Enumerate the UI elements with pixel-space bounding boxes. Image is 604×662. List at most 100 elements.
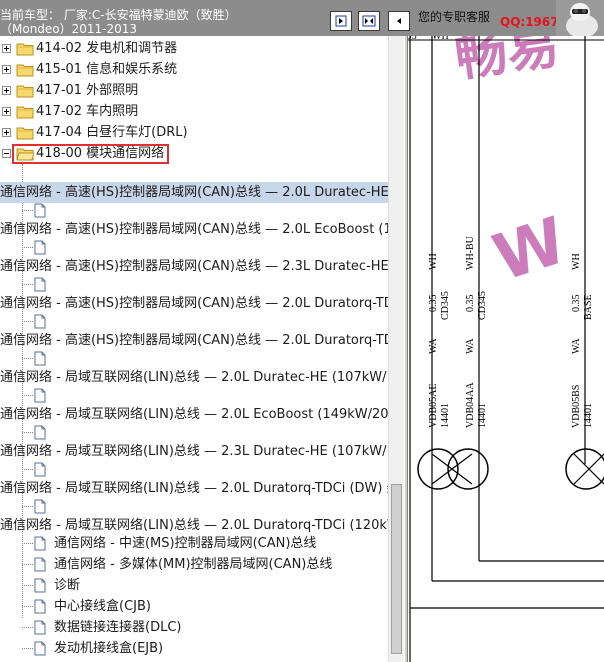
tree-guide-line (22, 606, 33, 607)
tree-doc-label: 通信网络 - 局域互联网络(LIN)总线 — 2.0L Duratorq-TDC… (0, 518, 388, 533)
tree-folder-label: 417-02 车内照明 (36, 104, 139, 119)
wire-gauge-2: 0.35 (465, 295, 476, 313)
qq-contact[interactable]: QQ:1967 (500, 15, 559, 29)
tree-leaf-ejb[interactable]: 发动机接线盒(EJB) (0, 638, 388, 660)
collapse-minus-icon[interactable] (2, 149, 11, 158)
wire-gauge-3: 0.35 (571, 295, 582, 313)
tree-guide-line (22, 585, 33, 586)
document-icon (34, 557, 46, 572)
tree-leaf-label: 诊断 (54, 578, 81, 593)
tree-folder-label: 417-04 白昼行车灯(DRL) (36, 125, 188, 140)
expand-plus-icon[interactable] (2, 65, 11, 74)
tree-guide-line (22, 321, 33, 322)
document-icon (34, 314, 46, 329)
current-vehicle-label: 当前车型： 厂家:C-长安福特蒙迪欧（致胜） (0, 8, 237, 22)
document-icon (34, 499, 46, 514)
wire-type-1: WA (428, 338, 439, 354)
tree-leaf-label: 发动机接线盒(EJB) (54, 641, 164, 656)
tree-doc-label: 通信网络 - 高速(HS)控制器局域网(CAN)总线 — 2.3L Durate… (0, 259, 388, 274)
wire-color-2: WH-BU (465, 235, 476, 270)
tree-guide-line (22, 469, 33, 470)
tree-leaf-label: 数据链接连接器(DLC) (54, 620, 182, 635)
tree-folder-label: 415-01 信息和娱乐系统 (36, 62, 178, 77)
tree-leaf-ms-can[interactable]: 通信网络 - 中速(MS)控制器局域网(CAN)总线 (0, 533, 388, 555)
tree-scrollbar[interactable] (388, 36, 404, 662)
tree-doc-label: 通信网络 - 高速(HS)控制器局域网(CAN)总线 — 2.0L Durato… (0, 333, 388, 348)
tree-folder-417-02[interactable]: 417-02 车内照明 (0, 101, 388, 123)
connector-id-2: VDB04AA (465, 382, 476, 428)
tree-folder-417-04[interactable]: 417-04 白昼行车灯(DRL) (0, 122, 388, 144)
folder-icon (16, 85, 34, 98)
wire-type-2: WA (465, 338, 476, 354)
nav-right-button[interactable] (330, 11, 352, 31)
tree-leaf-label: 中心接线盒(CJB) (54, 599, 151, 614)
tree-leaf-diagnostics[interactable]: 诊断 (0, 575, 388, 597)
tree-doc-label: 通信网络 - 局域互联网络(LIN)总线 — 2.0L Duratorq-TDC… (0, 481, 388, 496)
support-label: 您的专职客服 (418, 10, 491, 24)
wire-code-3: BASE (583, 294, 594, 320)
tree-doc-label: 通信网络 - 高速(HS)控制器局域网(CAN)总线 — 2.0L EcoBoo… (0, 222, 388, 237)
tree-leaf-dlc[interactable]: 数据链接连接器(DLC) (0, 617, 388, 639)
expand-both-icon (362, 15, 376, 27)
tree-doc-label: 通信网络 - 局域互联网络(LIN)总线 — 2.3L Duratec-HE (… (0, 444, 388, 459)
top-label-b5: B5 (408, 36, 417, 42)
tree-folder-label: 418-00 模块通信网络 (36, 146, 165, 161)
header-bar: 当前车型： 厂家:C-长安福特蒙迪欧（致胜） （Mondeo）2011-2013… (0, 0, 604, 36)
tree-folder-414-02[interactable]: 414-02 发电机和调节器 (0, 38, 388, 60)
part-no-1: 14401 (440, 403, 451, 428)
tree-folder-417-01[interactable]: 417-01 外部照明 (0, 80, 388, 102)
scroll-thumb[interactable] (391, 484, 402, 654)
tree-doc-label: 通信网络 - 高速(HS)控制器局域网(CAN)总线 — 2.0L Durato… (0, 296, 388, 311)
document-icon (34, 536, 46, 551)
nav-left-icon (397, 18, 401, 24)
document-icon (34, 203, 46, 218)
connector-symbol-1 (417, 448, 489, 490)
document-icon (34, 462, 46, 477)
tree-folder-415-01[interactable]: 415-01 信息和娱乐系统 (0, 59, 388, 81)
document-icon (34, 388, 46, 403)
tree-leaf-label: 通信网络 - 多媒体(MM)控制器局域网(CAN)总线 (54, 557, 333, 572)
tree-guide-line (22, 627, 33, 628)
tree-doc-label: 通信网络 - 局域互联网络(LIN)总线 — 2.0L EcoBoost (14… (0, 407, 388, 422)
wire-type-3: WA (571, 338, 582, 354)
expand-plus-icon[interactable] (2, 44, 11, 53)
tree-doc-label: 通信网络 - 高速(HS)控制器局域网(CAN)总线 — 2.0L Durate… (0, 185, 388, 200)
tree-folder-label: 414-02 发电机和调节器 (36, 41, 178, 56)
expand-plus-icon[interactable] (2, 86, 11, 95)
document-icon (34, 599, 46, 614)
tree-doc-label: 通信网络 - 局域互联网络(LIN)总线 — 2.0L Duratec-HE (… (0, 370, 388, 385)
category-tree: 414-02 发电机和调节器 415-01 信息和娱乐系统 417-01 外部照… (0, 36, 388, 662)
document-icon (34, 620, 46, 635)
tree-guide-line (22, 648, 33, 649)
tree-guide-line (22, 358, 33, 359)
folder-icon (16, 64, 34, 77)
tree-leaf-mm-can[interactable]: 通信网络 - 多媒体(MM)控制器局域网(CAN)总线 (0, 554, 388, 576)
wire-color-1: WH (428, 253, 439, 270)
tree-guide-line (22, 543, 33, 544)
tree-guide-line (22, 284, 33, 285)
expand-plus-icon[interactable] (2, 107, 11, 116)
tree-guide-line (22, 395, 33, 396)
folder-icon (16, 127, 34, 140)
document-icon (34, 277, 46, 292)
top-label-wh: WH (432, 36, 449, 42)
document-icon (34, 351, 46, 366)
nav-left-button[interactable] (388, 11, 410, 31)
wire-code-1: CD345 (440, 291, 451, 320)
tree-leaf-cjb[interactable]: 中心接线盒(CJB) (0, 596, 388, 618)
wire-code-2: CD345 (477, 291, 488, 320)
connector-id-3: VDB05BS (571, 385, 582, 428)
tree-folder-label: 417-01 外部照明 (36, 83, 139, 98)
tree-folder-418-00[interactable]: 418-00 模块通信网络 (0, 143, 388, 165)
expand-plus-icon[interactable] (2, 128, 11, 137)
expand-both-button[interactable] (358, 11, 380, 31)
folder-icon (16, 106, 34, 119)
document-icon (34, 240, 46, 255)
connector-id-1: VDB05AE (428, 384, 439, 428)
folder-icon (16, 43, 34, 56)
support-avatar-icon (556, 0, 604, 36)
nav-right-icon (335, 15, 347, 27)
part-no-3: 14401 (583, 403, 594, 428)
current-vehicle-label-line2: （Mondeo）2011-2013 (0, 22, 138, 36)
tree-guide-line (22, 564, 33, 565)
